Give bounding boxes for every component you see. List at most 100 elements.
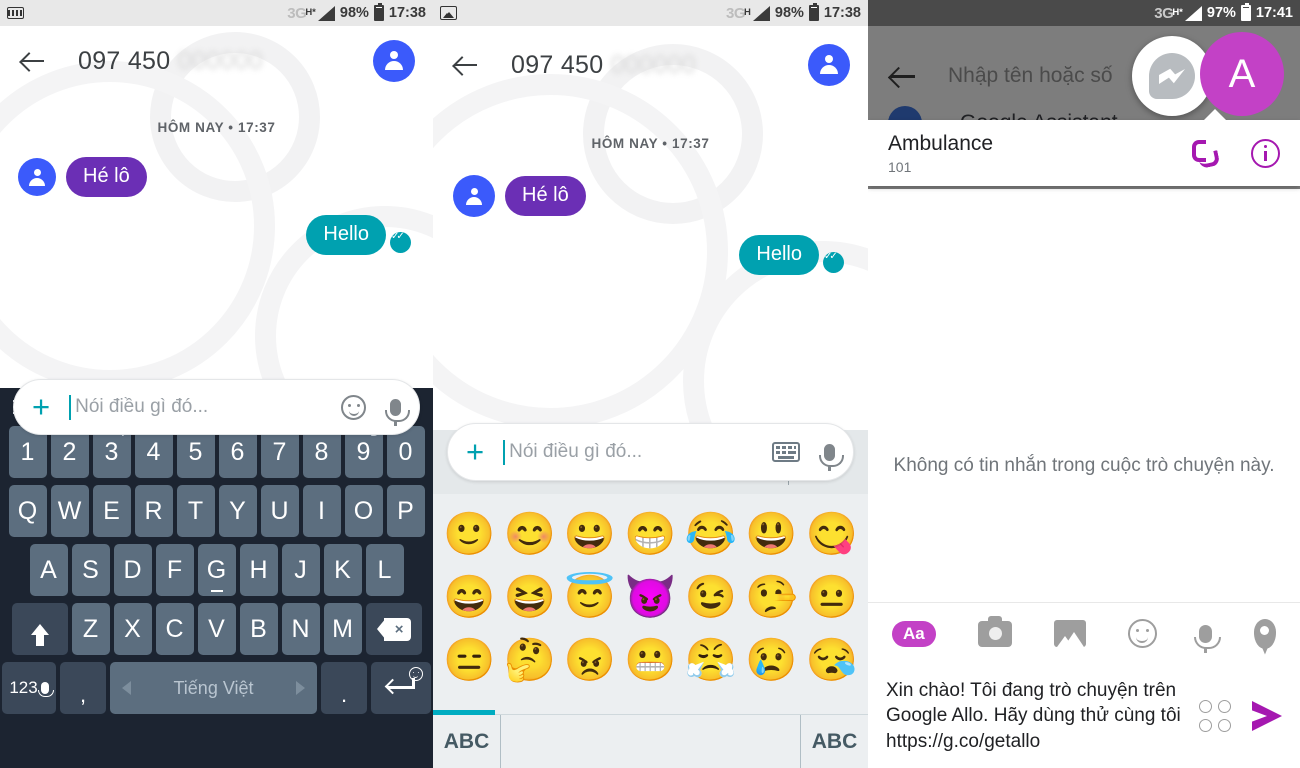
location-icon[interactable]: [1253, 618, 1276, 649]
emoji-cell[interactable]: 😋: [802, 504, 862, 563]
text-style-button[interactable]: Aa: [892, 620, 936, 647]
keyboard-icon[interactable]: [772, 442, 800, 462]
key-Z[interactable]: Z: [71, 603, 110, 655]
key-P[interactable]: P: [386, 485, 425, 537]
key-G[interactable]: G: [197, 544, 236, 596]
contact-avatar[interactable]: [373, 40, 415, 82]
message-bubble-outgoing[interactable]: Hello: [306, 215, 386, 255]
key-Q[interactable]: Q: [8, 485, 47, 537]
key-A[interactable]: A: [29, 544, 68, 596]
avatar[interactable]: A: [1200, 32, 1284, 116]
emoji-icon[interactable]: [341, 394, 366, 420]
prev-language-icon[interactable]: [122, 681, 131, 695]
key-L[interactable]: L: [365, 544, 404, 596]
info-icon[interactable]: [1251, 138, 1280, 168]
key-Y[interactable]: Y: [218, 485, 257, 537]
emoji-cell[interactable]: 😂: [681, 504, 741, 563]
phone-icon[interactable]: [1190, 139, 1217, 167]
back-arrow-icon[interactable]: [451, 50, 481, 80]
emoji-cell[interactable]: 😈: [620, 567, 680, 626]
key-C[interactable]: C: [155, 603, 194, 655]
key-V[interactable]: V: [197, 603, 236, 655]
emoji-footer-space[interactable]: [501, 715, 800, 768]
emoji-cell[interactable]: 😃: [741, 504, 801, 563]
send-icon[interactable]: [1251, 701, 1282, 731]
emoji-grid-icon[interactable]: [1198, 699, 1232, 733]
emoji-cell[interactable]: 😢: [741, 630, 801, 689]
message-bubble-incoming[interactable]: Hé lô: [505, 176, 586, 216]
emoji-footer[interactable]: ABC ABC: [433, 710, 868, 768]
key-U[interactable]: U: [260, 485, 299, 537]
contact-card[interactable]: Ambulance 101: [868, 109, 1300, 186]
emoji-cell[interactable]: 😄: [439, 567, 499, 626]
emoji-cell[interactable]: 😀: [560, 504, 620, 563]
abc-switch-left[interactable]: ABC: [433, 710, 501, 768]
comma-key[interactable]: ,: [60, 662, 106, 714]
emoji-cell[interactable]: 😊: [499, 504, 559, 563]
key-J[interactable]: J: [281, 544, 320, 596]
contact-avatar[interactable]: [808, 44, 850, 86]
key-M[interactable]: M: [323, 603, 362, 655]
emoji-cell[interactable]: 😐: [802, 567, 862, 626]
key-R[interactable]: R: [134, 485, 173, 537]
key-D[interactable]: D: [113, 544, 152, 596]
emoji-grid[interactable]: 🙂 😊 😀 😁 😂 😃 😋 😄 😆 😇 😈 😉 🤥 😐 😑 🤔 😠 😬 😤 😢 😪: [433, 494, 868, 689]
key-F[interactable]: F: [155, 544, 194, 596]
space-key[interactable]: Tiếng Việt: [110, 662, 317, 714]
back-arrow-icon[interactable]: [18, 46, 48, 76]
key-B[interactable]: B: [239, 603, 278, 655]
backspace-key[interactable]: ×: [365, 603, 422, 655]
camera-icon[interactable]: [977, 615, 1012, 647]
gallery-icon[interactable]: [1053, 620, 1086, 647]
emoji-cell[interactable]: 🙂: [439, 504, 499, 563]
message-text[interactable]: Xin chào! Tôi đang trò chuyện trên Googl…: [886, 678, 1191, 755]
mic-icon[interactable]: [37, 682, 54, 697]
message-input-placeholder[interactable]: Nói điều gì đó...: [75, 396, 208, 418]
message-compose-row[interactable]: Xin chào! Tôi đang trò chuyện trên Googl…: [868, 664, 1300, 768]
composer-left[interactable]: + Nói điều gì đó...: [13, 379, 420, 435]
period-key[interactable]: .: [321, 662, 367, 714]
key-W[interactable]: W: [50, 485, 89, 537]
keyboard-row-space[interactable]: 123 , Tiếng Việt .: [0, 662, 433, 714]
keyboard-row-home[interactable]: ASDFGHJKL: [0, 544, 433, 596]
voice-icon[interactable]: [1193, 624, 1221, 653]
abc-switch-right[interactable]: ABC: [800, 715, 868, 768]
keyboard-row-bottom[interactable]: ZXCVBNM ×: [0, 603, 433, 655]
key-T[interactable]: T: [176, 485, 215, 537]
enter-key[interactable]: [371, 662, 431, 714]
key-N[interactable]: N: [281, 603, 320, 655]
shift-key[interactable]: [11, 603, 68, 655]
key-O[interactable]: O: [344, 485, 383, 537]
emoji-cell[interactable]: 😪: [802, 630, 862, 689]
emoji-cell[interactable]: 😠: [560, 630, 620, 689]
emoji-cell[interactable]: 😑: [439, 630, 499, 689]
next-language-icon[interactable]: [296, 681, 305, 695]
emoji-cell[interactable]: 😉: [681, 567, 741, 626]
numeric-switch-key[interactable]: 123: [2, 662, 56, 714]
message-input-placeholder[interactable]: Nói điều gì đó...: [509, 441, 642, 463]
key-E[interactable]: E: [92, 485, 131, 537]
key-S[interactable]: S: [71, 544, 110, 596]
sticker-icon[interactable]: [1127, 619, 1157, 648]
emoji-cell[interactable]: 😆: [499, 567, 559, 626]
back-arrow-icon[interactable]: [888, 61, 918, 91]
emoji-cell[interactable]: 😤: [681, 630, 741, 689]
composer-middle[interactable]: + Nói điều gì đó...: [447, 423, 854, 481]
virtual-keyboard[interactable]: 1´2`3?4~5·6^7ʼ8˘9Đ0 QWERTYUIOP ASDFGHJKL…: [0, 388, 433, 768]
key-H[interactable]: H: [239, 544, 278, 596]
key-I[interactable]: I: [302, 485, 341, 537]
mic-icon[interactable]: [385, 398, 410, 426]
key-K[interactable]: K: [323, 544, 362, 596]
emoji-cell[interactable]: 😇: [560, 567, 620, 626]
attachment-toolbar[interactable]: Aa: [868, 602, 1300, 664]
mic-icon[interactable]: [819, 443, 844, 471]
emoji-cell[interactable]: 😁: [620, 504, 680, 563]
emoji-cell[interactable]: 🤔: [499, 630, 559, 689]
key-X[interactable]: X: [113, 603, 152, 655]
message-bubble-incoming[interactable]: Hé lô: [66, 157, 147, 197]
keyboard-row-top[interactable]: QWERTYUIOP: [0, 485, 433, 537]
emoji-cell[interactable]: 😬: [620, 630, 680, 689]
emoji-cell[interactable]: 🤥: [741, 567, 801, 626]
search-input-placeholder[interactable]: Nhập tên hoặc số: [948, 64, 1113, 88]
message-bubble-outgoing[interactable]: Hello: [739, 235, 819, 275]
